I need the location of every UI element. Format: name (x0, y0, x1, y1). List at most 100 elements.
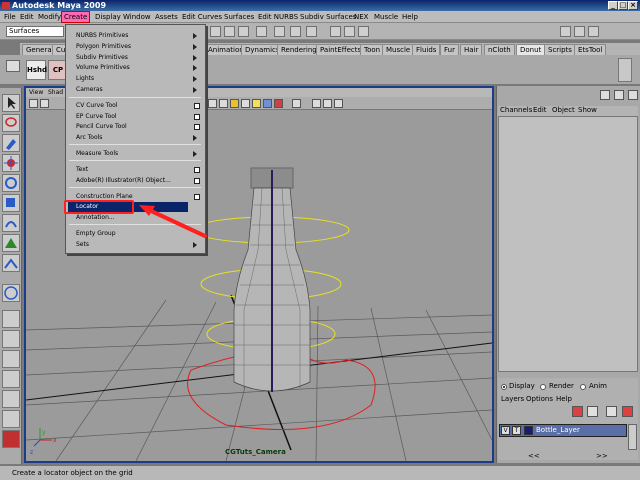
menu-assets[interactable]: Assets (153, 12, 180, 22)
menu-edit-nurbs[interactable]: Edit NURBS (256, 12, 300, 22)
menu-create[interactable]: Create (60, 11, 91, 23)
layout-graph-icon[interactable] (2, 370, 20, 388)
new-layer-selected-icon[interactable] (587, 406, 598, 417)
tool-settings-layout-icon[interactable] (628, 90, 638, 100)
shelf-menu-icon[interactable] (6, 60, 20, 72)
select-tool-icon[interactable] (2, 94, 20, 112)
layer-menu-options[interactable]: Options (526, 395, 553, 403)
tool-settings-toggle-icon[interactable] (588, 26, 599, 37)
create-menu-item-adobe-r-illustrator-r-object[interactable]: Adobe(R) Illustrator(R) Object... (66, 176, 205, 186)
menu-window[interactable]: Window (121, 12, 153, 22)
viewport-menu-shading[interactable]: Shad (48, 88, 63, 97)
layer-name[interactable]: Bottle_Layer (536, 426, 580, 434)
new-layer-icon[interactable] (572, 406, 583, 417)
layer-type-toggle[interactable]: T (512, 426, 521, 435)
option-box-icon[interactable] (194, 167, 200, 173)
option-box-icon[interactable] (194, 103, 200, 109)
layer-visibility-toggle[interactable]: V (501, 426, 510, 435)
shelf-tab-painteffects[interactable]: PaintEffects (316, 44, 366, 55)
default-light-icon[interactable] (252, 99, 261, 108)
shelf-tab-hair[interactable]: Hair (460, 44, 483, 55)
shelf-tab-muscle[interactable]: Muscle (382, 44, 415, 55)
layer-menu-layers[interactable]: Layers (501, 395, 524, 403)
wireframe-icon[interactable] (208, 99, 217, 108)
layer-color-swatch[interactable] (524, 426, 533, 435)
smooth-shade-icon[interactable] (219, 99, 228, 108)
create-menu-item-measure-tools[interactable]: Measure Tools (66, 149, 205, 159)
camera-attributes-icon[interactable] (40, 99, 49, 108)
shelf-button-hshd[interactable]: Hshd (26, 60, 47, 80)
layout-hypershade-icon[interactable] (2, 390, 20, 408)
xray-joints-icon[interactable] (323, 99, 332, 108)
create-menu-item-pencil-curve-tool[interactable]: Pencil Curve Tool (66, 122, 205, 132)
channel-menu-channels[interactable]: Channels (500, 106, 532, 114)
layout-four-view-icon[interactable] (2, 310, 20, 328)
layout-custom-icon[interactable] (2, 430, 20, 448)
menu-modify[interactable]: Modify (36, 12, 63, 22)
close-button[interactable]: × (628, 1, 638, 10)
shelf-tab-scripts[interactable]: Scripts (544, 44, 576, 55)
menu-display[interactable]: Display (93, 12, 123, 22)
shelf-tab-fluids[interactable]: Fluids (412, 44, 441, 55)
layout-outliner-icon[interactable] (2, 350, 20, 368)
hardware-render-icon[interactable] (274, 99, 283, 108)
camera-select-icon[interactable] (29, 99, 38, 108)
layer-mode-render-radio[interactable] (540, 384, 546, 390)
snap-point-icon[interactable] (238, 26, 249, 37)
shelf-tab-fur[interactable]: Fur (440, 44, 459, 55)
option-box-icon[interactable] (194, 114, 200, 120)
manipulator-tool-icon[interactable] (2, 214, 20, 232)
maximize-button[interactable]: □ (618, 1, 628, 10)
channel-box-layout-icon[interactable] (600, 90, 610, 100)
create-menu-item-cv-curve-tool[interactable]: CV Curve Tool (66, 101, 205, 111)
viewport-menu-view[interactable]: View (29, 88, 43, 97)
move-layer-up-icon[interactable] (606, 406, 617, 417)
lighting-icon[interactable] (241, 99, 250, 108)
select-by-hierarchy-icon[interactable] (274, 26, 285, 37)
shelf-tab-toon[interactable]: Toon (360, 44, 385, 55)
render-settings-icon[interactable] (358, 26, 369, 37)
shelf-tab-ncloth[interactable]: nCloth (484, 44, 515, 55)
layer-mode-anim-radio[interactable] (580, 384, 586, 390)
shelf-tab-rendering[interactable]: Rendering (277, 44, 321, 55)
create-menu-item-arc-tools[interactable]: Arc Tools (66, 133, 205, 143)
option-box-icon[interactable] (194, 124, 200, 130)
menu-file[interactable]: File (2, 12, 18, 22)
texture-icon[interactable] (230, 99, 239, 108)
mode-selector-dropdown[interactable]: Surfaces (6, 26, 64, 37)
menu-surfaces[interactable]: Surfaces (222, 12, 256, 22)
shelf-tab-etstool[interactable]: EtsTool (574, 44, 607, 55)
channel-menu-object[interactable]: Object (552, 106, 575, 114)
snap-curve-icon[interactable] (224, 26, 235, 37)
scale-tool-icon[interactable] (2, 194, 20, 212)
create-menu-item-volume-primitives[interactable]: Volume Primitives (66, 63, 205, 73)
create-menu-item-sets[interactable]: Sets (66, 240, 205, 250)
create-menu-item-cameras[interactable]: Cameras (66, 85, 205, 95)
select-by-component-icon[interactable] (306, 26, 317, 37)
shelf-scroll-buttons[interactable] (618, 58, 632, 82)
menu-edit[interactable]: Edit (18, 12, 36, 22)
render-icon[interactable] (330, 26, 341, 37)
layer-nav-next[interactable]: >> (596, 452, 608, 460)
layout-single-icon[interactable] (2, 254, 20, 272)
move-tool-icon[interactable] (2, 154, 20, 172)
create-menu-item-polygon-primitives[interactable]: Polygon Primitives (66, 42, 205, 52)
move-layer-down-icon[interactable] (622, 406, 633, 417)
create-menu-item-nurbs-primitives[interactable]: NURBS Primitives (66, 31, 205, 41)
layer-menu-help[interactable]: Help (556, 395, 572, 403)
layer-mode-display-radio[interactable] (501, 384, 507, 390)
lasso-tool-icon[interactable] (2, 114, 20, 132)
menu-muscle[interactable]: Muscle (372, 12, 400, 22)
paint-select-tool-icon[interactable] (2, 134, 20, 152)
option-box-icon[interactable] (194, 178, 200, 184)
ipr-render-icon[interactable] (344, 26, 355, 37)
soft-mod-tool-icon[interactable] (2, 234, 20, 252)
layout-two-view-icon[interactable] (2, 330, 20, 348)
attribute-editor-toggle-icon[interactable] (574, 26, 585, 37)
layout-circle-icon[interactable] (2, 284, 20, 302)
channel-box[interactable] (498, 116, 638, 372)
menu-subdiv-surfaces[interactable]: Subdiv Surfaces (298, 12, 358, 22)
minimize-button[interactable]: _ (608, 1, 618, 10)
channel-menu-show[interactable]: Show (578, 106, 597, 114)
layer-row[interactable]: V T Bottle_Layer (499, 424, 627, 437)
